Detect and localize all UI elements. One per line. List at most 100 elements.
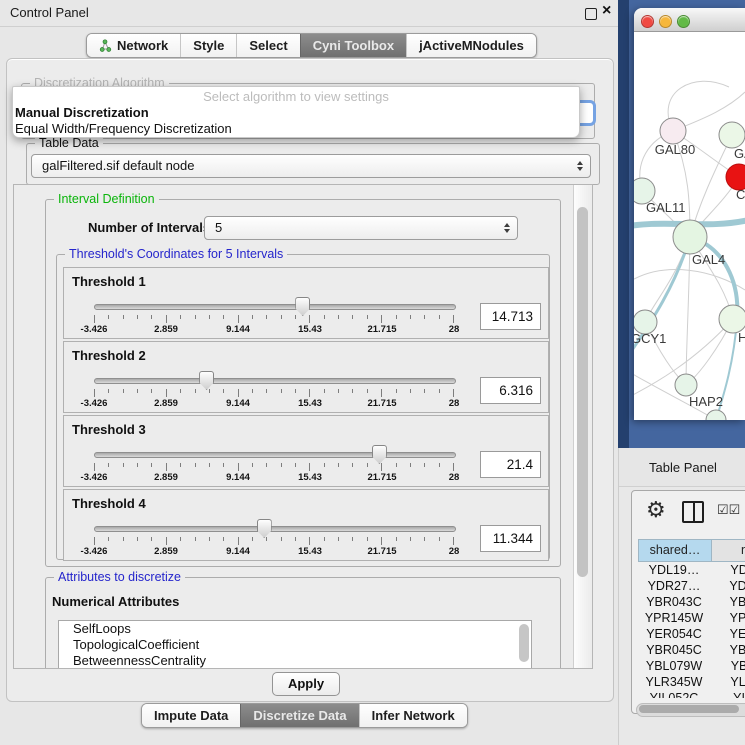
table-cell[interactable]: YLR345W bbox=[638, 674, 710, 690]
dropdown-option-equal-width-frequency-discretization[interactable]: Equal Width/Frequency Discretization bbox=[15, 121, 232, 137]
column-header-na[interactable]: na bbox=[712, 539, 745, 562]
network-node-gal80[interactable] bbox=[660, 118, 686, 144]
tick-mark bbox=[252, 463, 253, 467]
list-item[interactable]: SelfLoops bbox=[59, 621, 531, 637]
scrollbar-thumb[interactable] bbox=[577, 207, 588, 577]
tick-mark bbox=[453, 315, 454, 323]
slider-thumb[interactable] bbox=[257, 519, 272, 538]
table-row[interactable]: YIL052CYIL0 bbox=[638, 690, 745, 698]
minimize-traffic-light[interactable] bbox=[659, 15, 672, 28]
tick-label: 15.43 bbox=[298, 324, 322, 335]
threshold-value-field[interactable]: 11.344 bbox=[480, 525, 541, 552]
table-cell[interactable]: YDL1 bbox=[710, 562, 745, 578]
table-cell[interactable]: YBR0 bbox=[710, 642, 745, 658]
attributes-list-scrollbar[interactable] bbox=[519, 624, 529, 662]
gear-icon[interactable]: ⚙ bbox=[646, 497, 666, 523]
network-node-hap2[interactable] bbox=[675, 374, 697, 396]
list-item[interactable]: BetweennessCentrality bbox=[59, 653, 531, 669]
tab-cyni-toolbox[interactable]: Cyni Toolbox bbox=[300, 34, 406, 57]
table-row[interactable]: YLR345WYLR3 bbox=[638, 674, 745, 690]
slider-ticks bbox=[94, 389, 454, 397]
network-edge[interactable] bbox=[686, 237, 690, 385]
zoom-traffic-light[interactable] bbox=[677, 15, 690, 28]
network-node-ga[interactable] bbox=[719, 122, 745, 148]
slider-thumb[interactable] bbox=[199, 371, 214, 390]
network-node-gal4[interactable] bbox=[673, 220, 707, 254]
table-cell[interactable]: YPR145W bbox=[638, 610, 710, 626]
slider-thumb[interactable] bbox=[372, 445, 387, 464]
slider-track[interactable] bbox=[94, 378, 456, 384]
close-traffic-light[interactable] bbox=[641, 15, 654, 28]
table-cell[interactable]: YLR3 bbox=[710, 674, 745, 690]
numerical-attributes-list[interactable]: SelfLoopsTopologicalCoefficientBetweenne… bbox=[58, 620, 532, 669]
tab-discretize-data[interactable]: Discretize Data bbox=[240, 704, 358, 727]
tab-jactivemnodules[interactable]: jActiveMNodules bbox=[406, 34, 536, 57]
threshold-value-field[interactable]: 6.316 bbox=[480, 377, 541, 404]
tick-label: 9.144 bbox=[226, 546, 250, 557]
table-row[interactable]: YBR045CYBR0 bbox=[638, 642, 745, 658]
table-row[interactable]: YBR043CYBR0 bbox=[638, 594, 745, 610]
table-row[interactable]: YER054CYER0 bbox=[638, 626, 745, 642]
table-cell[interactable]: YDR27… bbox=[638, 578, 710, 594]
tick-mark bbox=[453, 537, 454, 545]
table-cell[interactable]: YER054C bbox=[638, 626, 710, 642]
table-row[interactable]: YBL079WYBL0 bbox=[638, 658, 745, 674]
tick-label: 21.715 bbox=[367, 398, 396, 409]
table-row[interactable]: YPR145WYPR1 bbox=[638, 610, 745, 626]
dropdown-option-manual-discretization[interactable]: Manual Discretization bbox=[15, 105, 149, 121]
tab-select[interactable]: Select bbox=[236, 34, 299, 57]
tab-infer-network[interactable]: Infer Network bbox=[359, 704, 467, 727]
checkbox-icons[interactable]: ☑☑ bbox=[717, 502, 740, 518]
tab-impute-data[interactable]: Impute Data bbox=[142, 704, 240, 727]
table-cell[interactable]: YBL079W bbox=[638, 658, 710, 674]
close-icon[interactable]: × bbox=[602, 2, 611, 20]
table-row[interactable]: YDR27…YDR2 bbox=[638, 578, 745, 594]
table-cell[interactable]: YBR0 bbox=[710, 594, 745, 610]
tick-label: 9.144 bbox=[226, 398, 250, 409]
tick-mark bbox=[137, 463, 138, 467]
number-of-intervals-combobox[interactable]: 5 bbox=[204, 216, 518, 240]
table-cell[interactable]: YIL0 bbox=[710, 690, 745, 698]
network-canvas[interactable]: GAL80GACGAL11GAL4GCY1HHAP2 bbox=[634, 32, 745, 420]
table-cell[interactable]: YBR045C bbox=[638, 642, 710, 658]
tab-label: Cyni Toolbox bbox=[313, 37, 394, 54]
list-item[interactable]: TopologicalCoefficient bbox=[59, 637, 531, 653]
node-label: GAL4 bbox=[692, 252, 725, 267]
table-row[interactable]: YDL19…YDL1 bbox=[638, 562, 745, 578]
slider-track[interactable] bbox=[94, 452, 456, 458]
threshold-value-field[interactable]: 21.4 bbox=[480, 451, 541, 478]
table-data-combobox[interactable]: galFiltered.sif default node bbox=[31, 154, 591, 178]
network-window-titlebar[interactable] bbox=[634, 8, 745, 32]
table-panel: Table Panel ⚙ ☑☑ shared…na YDL19…YDL1YDR… bbox=[618, 448, 745, 745]
table-horizontal-scrollbar[interactable] bbox=[636, 703, 745, 717]
table-cell[interactable]: YDR2 bbox=[710, 578, 745, 594]
slider-track[interactable] bbox=[94, 526, 456, 532]
tick-mark bbox=[209, 389, 210, 393]
table-cell[interactable]: YBR043C bbox=[638, 594, 710, 610]
scrollbar-thumb[interactable] bbox=[639, 705, 739, 713]
network-node-h[interactable] bbox=[719, 305, 745, 333]
tick-label: 28 bbox=[449, 546, 460, 557]
table-cell[interactable]: YIL052C bbox=[638, 690, 710, 698]
tick-mark bbox=[209, 463, 210, 467]
tick-mark bbox=[396, 537, 397, 541]
table-cell[interactable]: YDL19… bbox=[638, 562, 710, 578]
threshold-value-field[interactable]: 14.713 bbox=[480, 303, 541, 330]
float-window-icon[interactable] bbox=[585, 8, 597, 20]
tick-label: 28 bbox=[449, 398, 460, 409]
tick-label: 28 bbox=[449, 472, 460, 483]
network-node[interactable] bbox=[706, 410, 726, 420]
apply-button[interactable]: Apply bbox=[272, 672, 340, 696]
tab-style[interactable]: Style bbox=[180, 34, 236, 57]
table-cell[interactable]: YBL0 bbox=[710, 658, 745, 674]
table-cell[interactable]: YPR1 bbox=[710, 610, 745, 626]
slider-thumb[interactable] bbox=[295, 297, 310, 316]
column-header-shared[interactable]: shared… bbox=[638, 539, 712, 562]
slider-track[interactable] bbox=[94, 304, 456, 310]
split-columns-icon[interactable] bbox=[682, 501, 704, 523]
tab-network[interactable]: Network bbox=[87, 34, 180, 57]
slider-ticks bbox=[94, 537, 454, 545]
settings-vertical-scrollbar[interactable] bbox=[573, 185, 592, 668]
tick-mark bbox=[295, 537, 296, 541]
table-cell[interactable]: YER0 bbox=[710, 626, 745, 642]
